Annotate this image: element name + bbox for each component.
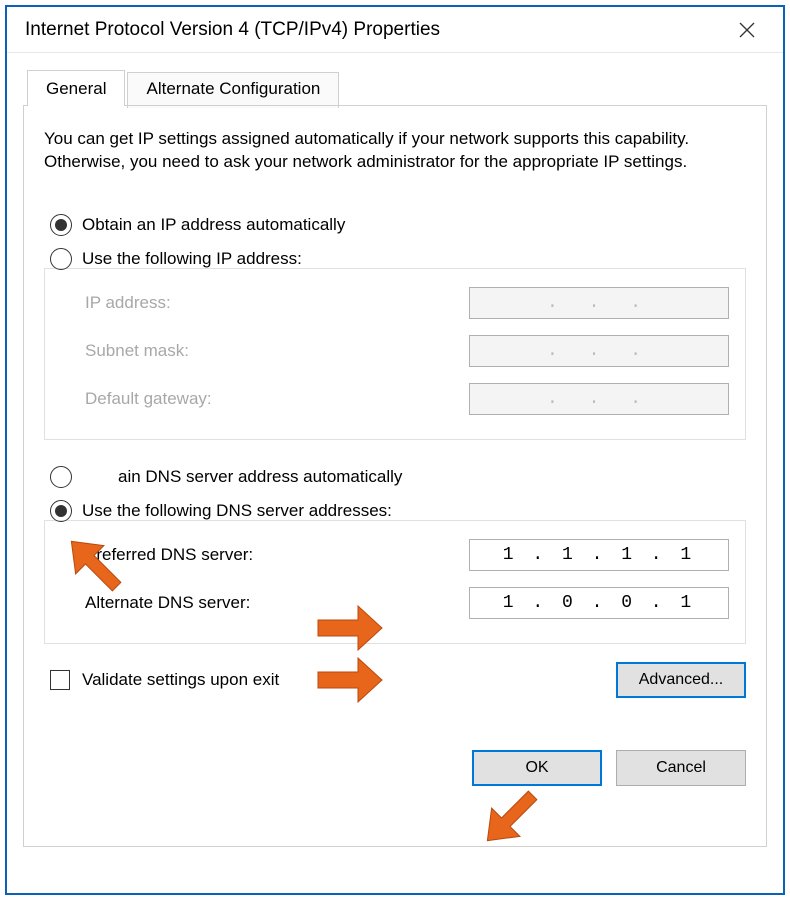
dialog-window: Internet Protocol Version 4 (TCP/IPv4) P… — [5, 5, 785, 895]
default-gateway-row: Default gateway: . . . — [85, 375, 729, 423]
radio-icon — [50, 500, 72, 522]
ip-fieldset: IP address: . . . Subnet mask: . . . Def… — [44, 268, 746, 440]
ip-address-label: IP address: — [85, 293, 171, 313]
validate-checkbox-label: Validate settings upon exit — [82, 670, 279, 690]
preferred-dns-row: Preferred DNS server: 1 . 1 . 1 . 1 — [85, 531, 729, 579]
preferred-dns-input[interactable]: 1 . 1 . 1 . 1 — [469, 539, 729, 571]
radio-obtain-ip-auto[interactable]: Obtain an IP address automatically — [44, 208, 746, 242]
alternate-dns-label: Alternate DNS server: — [85, 593, 250, 613]
tab-general[interactable]: General — [27, 70, 125, 106]
titlebar: Internet Protocol Version 4 (TCP/IPv4) P… — [7, 7, 783, 53]
dns-group: ain DNS server address automatically Use… — [44, 460, 746, 644]
subnet-mask-label: Subnet mask: — [85, 341, 189, 361]
preferred-dns-label: Preferred DNS server: — [85, 545, 253, 565]
tab-strip: General Alternate Configuration — [27, 69, 767, 105]
radio-label: Obtain an IP address automatically — [82, 215, 345, 235]
dns-fieldset: Preferred DNS server: 1 . 1 . 1 . 1 Alte… — [44, 520, 746, 644]
radio-icon — [50, 248, 72, 270]
default-gateway-label: Default gateway: — [85, 389, 212, 409]
dialog-content: General Alternate Configuration You can … — [7, 53, 783, 847]
ip-address-input: . . . — [469, 287, 729, 319]
dialog-footer: OK Cancel — [44, 750, 746, 786]
ip-address-group: Obtain an IP address automatically Use t… — [44, 208, 746, 440]
description-text: You can get IP settings assigned automat… — [44, 128, 746, 174]
window-title: Internet Protocol Version 4 (TCP/IPv4) P… — [25, 19, 440, 41]
alternate-dns-row: Alternate DNS server: 1 . 0 . 0 . 1 — [85, 579, 729, 627]
radio-label: Use the following IP address: — [82, 249, 302, 269]
radio-icon — [50, 214, 72, 236]
radio-label-partial: ain DNS server address automatically — [118, 467, 402, 487]
cancel-button[interactable]: Cancel — [616, 750, 746, 786]
checkbox-icon — [50, 670, 70, 690]
advanced-button[interactable]: Advanced... — [616, 662, 746, 698]
subnet-mask-row: Subnet mask: . . . — [85, 327, 729, 375]
close-button[interactable] — [725, 12, 769, 48]
radio-obtain-dns-auto[interactable]: ain DNS server address automatically — [44, 460, 746, 494]
close-icon — [739, 22, 755, 38]
radio-label: Use the following DNS server addresses: — [82, 501, 392, 521]
ip-address-row: IP address: . . . — [85, 279, 729, 327]
subnet-mask-input: . . . — [469, 335, 729, 367]
ok-button[interactable]: OK — [472, 750, 602, 786]
tab-alternate[interactable]: Alternate Configuration — [127, 72, 339, 108]
radio-icon — [50, 466, 72, 488]
tab-panel-general: You can get IP settings assigned automat… — [23, 105, 767, 847]
annotation-arrow-icon — [470, 778, 550, 858]
default-gateway-input: . . . — [469, 383, 729, 415]
alternate-dns-input[interactable]: 1 . 0 . 0 . 1 — [469, 587, 729, 619]
